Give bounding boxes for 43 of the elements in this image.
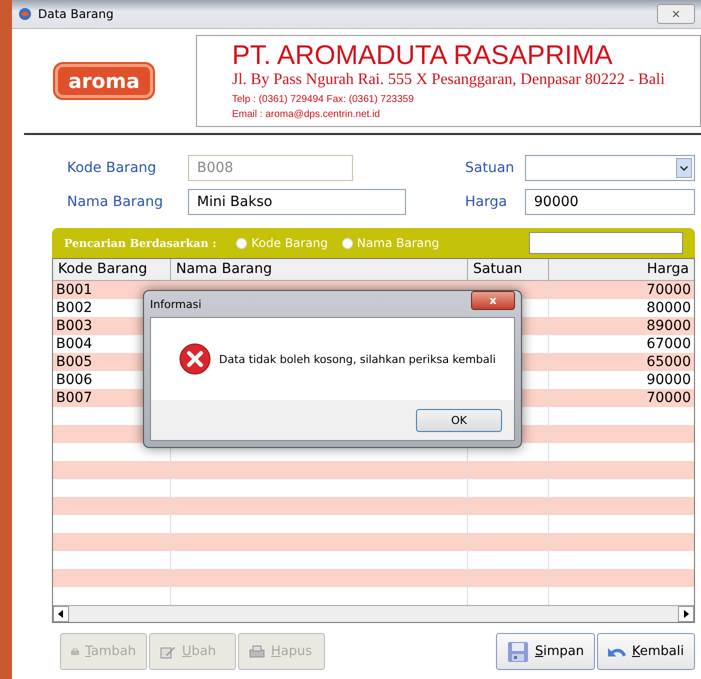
field-label: Kode Barang [67, 160, 158, 176]
undo-arrow-icon [608, 646, 626, 656]
table-cell-text: 67000 [645, 335, 692, 353]
company-phone: Telp : (0361) 729494 Fax: (0361) 723359 [232, 94, 415, 105]
table-cell-text: 70000 [645, 281, 692, 299]
column-header[interactable]: Satuan [468, 259, 549, 280]
radio-button[interactable] [236, 238, 248, 248]
printer-icon [249, 644, 265, 658]
dropdown-field[interactable] [525, 155, 695, 181]
ok-button[interactable]: OK [416, 408, 502, 432]
company-name: PT. AROMADUTA RASAPRIMA [232, 40, 614, 70]
close-button[interactable]: ✕ [657, 4, 695, 24]
error-icon [179, 343, 211, 375]
right-arrow-icon [683, 610, 689, 618]
window-title: Data Barang [38, 7, 115, 21]
chevron-down-icon [680, 166, 688, 170]
table-cell-text: 90000 [645, 371, 692, 389]
field-label: Harga [465, 194, 508, 210]
input-field[interactable]: Mini Bakso [188, 189, 406, 215]
scroll-right-button[interactable] [678, 606, 694, 622]
input-field[interactable]: 90000 [525, 189, 695, 215]
field-label: Nama Barang [67, 194, 164, 210]
company-logo: aroma [55, 64, 153, 98]
scroll-left-button[interactable] [53, 606, 69, 622]
search-label: Pencarian Berdasarkan : [64, 236, 216, 250]
pencil-icon [160, 644, 176, 658]
back-button[interactable]: Kembali [597, 633, 695, 670]
table-cell-text: 89000 [645, 317, 692, 335]
left-arrow-icon [58, 610, 64, 618]
search-field[interactable] [529, 232, 683, 254]
table-cell-text: 80000 [645, 299, 692, 317]
radio-button[interactable] [342, 238, 353, 248]
table-cell-text: 70000 [645, 389, 692, 407]
column-header[interactable]: Harga [549, 259, 694, 280]
app-icon [18, 7, 32, 21]
table-cell-text: 65000 [645, 353, 692, 371]
column-header[interactable]: Kode Barang [53, 259, 171, 280]
company-email: Email : aroma@dps.centrin.net.id [232, 109, 381, 120]
company-address: Jl. By Pass Ngurah Rai. 555 X Pesanggaran, Denpasar 80222 - Bali [232, 70, 666, 90]
column-header[interactable]: Nama Barang [171, 259, 468, 280]
error-message: Data tidak boleh kosong, silahkan periksa kembali [219, 352, 496, 366]
field-label: Satuan [465, 160, 516, 176]
save-button[interactable]: Simpan [496, 633, 595, 670]
